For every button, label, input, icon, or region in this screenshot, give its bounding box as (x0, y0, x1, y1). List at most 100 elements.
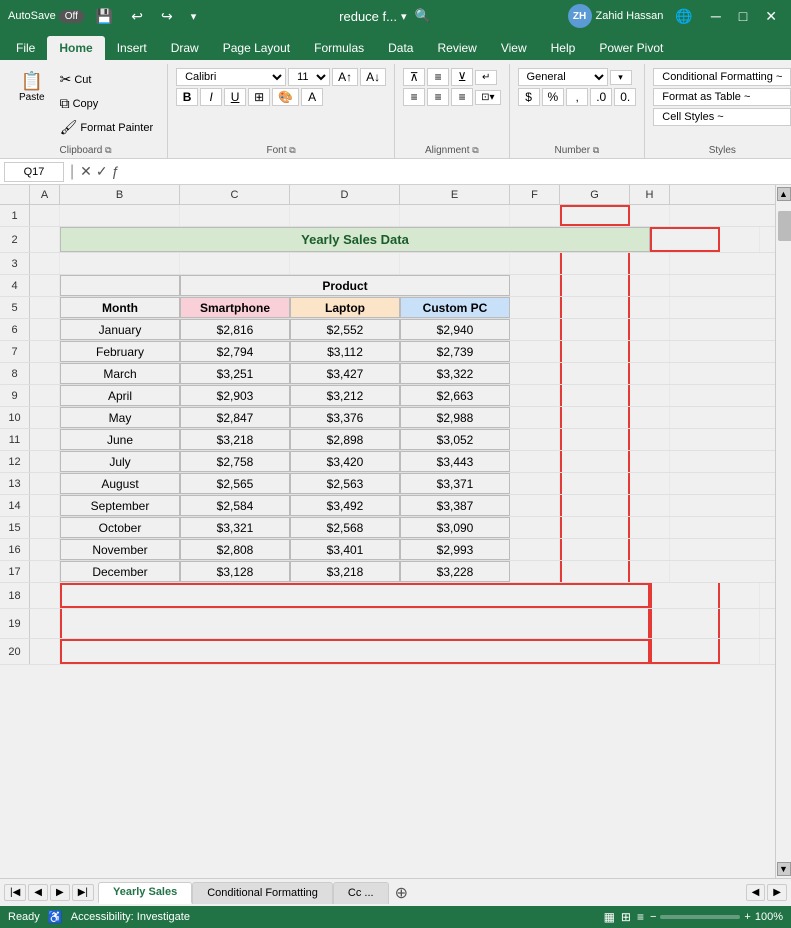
cell-b7[interactable]: February (60, 341, 180, 362)
cell-g16[interactable] (560, 539, 630, 560)
cell-h9[interactable] (630, 385, 670, 406)
cell-custompc-header[interactable]: Custom PC (400, 297, 510, 318)
cell-g8[interactable] (560, 363, 630, 384)
conditional-formatting-button[interactable]: Conditional Formatting ~ (653, 68, 791, 86)
tab-file[interactable]: File (4, 36, 47, 60)
cell-b14[interactable]: September (60, 495, 180, 516)
cell-c13[interactable]: $2,565 (180, 473, 290, 494)
cell-c7[interactable]: $2,794 (180, 341, 290, 362)
cell-a4[interactable] (30, 275, 60, 296)
cell-c15[interactable]: $3,321 (180, 517, 290, 538)
tab-home[interactable]: Home (47, 36, 104, 60)
cell-e15[interactable]: $3,090 (400, 517, 510, 538)
number-format-expand[interactable]: ▾ (610, 70, 632, 85)
sheet-nav-next[interactable]: ▶ (50, 884, 70, 901)
cell-e10[interactable]: $2,988 (400, 407, 510, 428)
cell-g5[interactable] (560, 297, 630, 318)
cell-a1[interactable] (30, 205, 60, 226)
cell-a11[interactable] (30, 429, 60, 450)
copy-button[interactable]: ⧉ Copy (54, 92, 160, 115)
cell-c10[interactable]: $2,847 (180, 407, 290, 428)
cell-a10[interactable] (30, 407, 60, 428)
cell-g20[interactable] (650, 639, 720, 664)
cell-smartphone-header[interactable]: Smartphone (180, 297, 290, 318)
bold-button[interactable]: B (176, 88, 198, 106)
tab-page-layout[interactable]: Page Layout (211, 36, 302, 60)
cell-d7[interactable]: $3,112 (290, 341, 400, 362)
cell-f11[interactable] (510, 429, 560, 450)
cell-a6[interactable] (30, 319, 60, 340)
cell-f10[interactable] (510, 407, 560, 428)
tab-view[interactable]: View (489, 36, 539, 60)
cell-g18[interactable] (650, 583, 720, 608)
cell-g14[interactable] (560, 495, 630, 516)
cell-d9[interactable]: $3,212 (290, 385, 400, 406)
title-search-icon[interactable]: 🔍 (415, 8, 431, 24)
cell-d15[interactable]: $2,568 (290, 517, 400, 538)
cell-h8[interactable] (630, 363, 670, 384)
cell-a20[interactable] (30, 639, 60, 664)
cell-d10[interactable]: $3,376 (290, 407, 400, 428)
formula-insert-icon[interactable]: ƒ (112, 163, 120, 180)
cell-g4[interactable] (560, 275, 630, 296)
zoom-in-icon[interactable]: + (744, 911, 750, 923)
font-size-select[interactable]: 11 (288, 68, 330, 86)
comma-button[interactable]: , (566, 88, 588, 106)
cell-c3[interactable] (180, 253, 290, 274)
cell-e16[interactable]: $2,993 (400, 539, 510, 560)
col-header-e[interactable]: E (400, 185, 510, 204)
cell-g10[interactable] (560, 407, 630, 428)
col-header-c[interactable]: C (180, 185, 290, 204)
cell-e17[interactable]: $3,228 (400, 561, 510, 582)
add-sheet-button[interactable]: ⊕ (389, 883, 414, 903)
cell-h18[interactable] (720, 583, 760, 608)
minimize-button[interactable]: ─ (705, 6, 727, 26)
cell-e13[interactable]: $3,371 (400, 473, 510, 494)
cell-f17[interactable] (510, 561, 560, 582)
cell-a18[interactable] (30, 583, 60, 608)
vertical-scrollbar[interactable]: ▲ ▼ (775, 185, 791, 878)
cell-e1[interactable] (400, 205, 510, 226)
cell-g17[interactable] (560, 561, 630, 582)
cell-f16[interactable] (510, 539, 560, 560)
cell-f12[interactable] (510, 451, 560, 472)
cell-g13[interactable] (560, 473, 630, 494)
paste-button[interactable]: 📋 Paste (12, 68, 52, 107)
cell-f14[interactable] (510, 495, 560, 516)
font-color-button[interactable]: A (301, 88, 323, 106)
tab-draw[interactable]: Draw (159, 36, 211, 60)
redo-button[interactable]: ↪ (155, 6, 179, 27)
cell-styles-button[interactable]: Cell Styles ~ (653, 108, 791, 126)
cell-g6[interactable] (560, 319, 630, 340)
cell-h15[interactable] (630, 517, 670, 538)
align-right-button[interactable]: ≡ (451, 88, 473, 106)
cell-d16[interactable]: $3,401 (290, 539, 400, 560)
cell-d6[interactable]: $2,552 (290, 319, 400, 340)
cell-reference-input[interactable] (4, 162, 64, 182)
fill-color-button[interactable]: 🎨 (272, 88, 299, 106)
formula-input[interactable] (123, 162, 787, 182)
cell-d1[interactable] (290, 205, 400, 226)
border-button[interactable]: ⊞ (248, 88, 270, 106)
tab-help[interactable]: Help (539, 36, 588, 60)
cell-a14[interactable] (30, 495, 60, 516)
wrap-text-button[interactable]: ↵ (475, 70, 497, 85)
align-middle-button[interactable]: ≡ (427, 68, 449, 86)
cell-b10[interactable]: May (60, 407, 180, 428)
cell-b13[interactable]: August (60, 473, 180, 494)
cell-laptop-header[interactable]: Laptop (290, 297, 400, 318)
cell-h4[interactable] (630, 275, 670, 296)
page-layout-button[interactable]: ▦ (604, 910, 615, 924)
cell-f7[interactable] (510, 341, 560, 362)
cell-b9[interactable]: April (60, 385, 180, 406)
align-top-button[interactable]: ⊼ (403, 68, 425, 86)
close-button[interactable]: ✕ (759, 6, 783, 27)
tab-formulas[interactable]: Formulas (302, 36, 376, 60)
cell-h16[interactable] (630, 539, 670, 560)
col-header-d[interactable]: D (290, 185, 400, 204)
sheet-tab-cc[interactable]: Cc ... (333, 882, 389, 904)
number-format-select[interactable]: General (518, 68, 608, 86)
decrease-decimal-button[interactable]: 0. (614, 88, 636, 106)
cell-e12[interactable]: $3,443 (400, 451, 510, 472)
cell-a7[interactable] (30, 341, 60, 362)
